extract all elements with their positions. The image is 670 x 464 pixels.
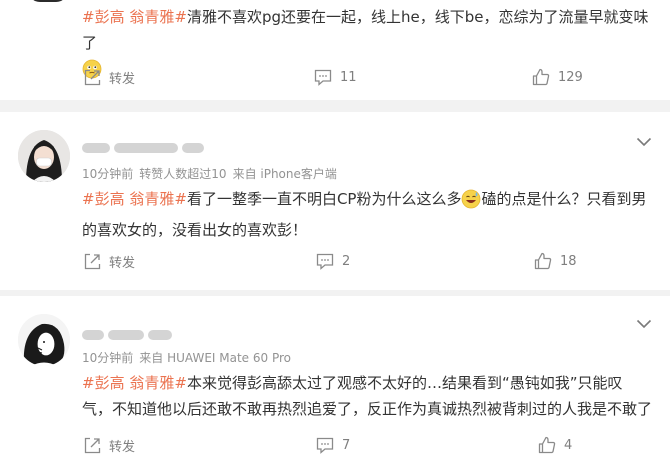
repost-label: 转发 <box>109 255 136 271</box>
comment-button[interactable]: 7 <box>316 433 350 457</box>
comment-card-1: #彭高 翁青雅#清雅不喜欢pg还要在一起，线上he，线下be，恋综为了流量早就变… <box>0 0 670 100</box>
comment-body: #彭高 翁青雅#看了一整季一直不明白CP粉为什么这么多 磕的点是什么？只看到男的… <box>82 186 652 243</box>
repost-label: 转发 <box>109 71 136 87</box>
comment-count: 7 <box>342 437 351 453</box>
repost-icon <box>84 69 101 85</box>
comment-actions: 转发 2 18 <box>0 249 670 273</box>
source: 来自 iPhone客户端 <box>232 167 337 181</box>
comment-card-3: 10分钟前 来自 HUAWEI Mate 60 Pro #彭高 翁青雅#本来觉得彭… <box>0 296 670 464</box>
topic-tag[interactable]: #彭高 翁青雅# <box>82 374 187 392</box>
like-button[interactable]: 18 <box>534 249 577 273</box>
repost-label: 转发 <box>109 439 136 455</box>
comment-icon <box>316 437 334 454</box>
comment-actions: 转发 7 4 <box>0 433 670 457</box>
topic-tag[interactable]: #彭高 翁青雅# <box>82 8 187 26</box>
repost-button[interactable]: 转发 <box>84 433 135 457</box>
comment-button[interactable]: 11 <box>314 65 357 89</box>
like-button[interactable]: 129 <box>532 65 583 89</box>
avatar[interactable] <box>28 0 68 2</box>
comment-text: 看了一整季一直不明白CP粉为什么这么多 <box>186 190 462 208</box>
card-divider <box>0 100 670 112</box>
thumbs-up-icon <box>532 68 550 86</box>
avatar[interactable] <box>18 314 70 366</box>
like-count: 4 <box>564 437 573 453</box>
comment-button[interactable]: 2 <box>316 249 350 273</box>
repost-icon <box>84 437 101 453</box>
avatar[interactable] <box>18 130 70 182</box>
chevron-down-icon[interactable] <box>636 314 652 329</box>
source: 来自 HUAWEI Mate 60 Pro <box>139 351 291 365</box>
topic-tag[interactable]: #彭高 翁青雅# <box>82 190 187 208</box>
username[interactable] <box>82 137 208 159</box>
like-count: 129 <box>558 69 583 85</box>
timestamp: 10分钟前 <box>82 167 134 181</box>
thumbs-up-icon <box>534 252 552 270</box>
comment-count: 2 <box>342 253 351 269</box>
comment-meta: 10分钟前 转赞人数超过10 来自 iPhone客户端 <box>82 165 343 182</box>
comment-actions: 转发 11 129 <box>0 65 670 89</box>
comment-card-2: 10分钟前 转赞人数超过10 来自 iPhone客户端 #彭高 翁青雅#看了一整季一… <box>0 112 670 290</box>
grin-sweat-emoji-icon <box>461 189 481 217</box>
repost-button[interactable]: 转发 <box>84 65 135 89</box>
chevron-down-icon[interactable] <box>636 132 652 147</box>
repost-button[interactable]: 转发 <box>84 249 135 273</box>
like-count: 18 <box>560 253 577 269</box>
like-button[interactable]: 4 <box>538 433 572 457</box>
username[interactable] <box>82 324 176 346</box>
thumbs-up-icon <box>538 436 556 454</box>
comment-icon <box>316 253 334 270</box>
comment-icon <box>314 69 332 86</box>
repost-icon <box>84 253 101 269</box>
likes-note: 转赞人数超过10 <box>139 167 227 181</box>
comment-meta: 10分钟前 来自 HUAWEI Mate 60 Pro <box>82 349 297 366</box>
comment-body: #彭高 翁青雅#本来觉得彭高舔太过了观感不太好的…结果看到“愚钝如我”只能叹气，… <box>82 370 652 422</box>
comment-count: 11 <box>340 69 357 85</box>
timestamp: 10分钟前 <box>82 351 134 365</box>
